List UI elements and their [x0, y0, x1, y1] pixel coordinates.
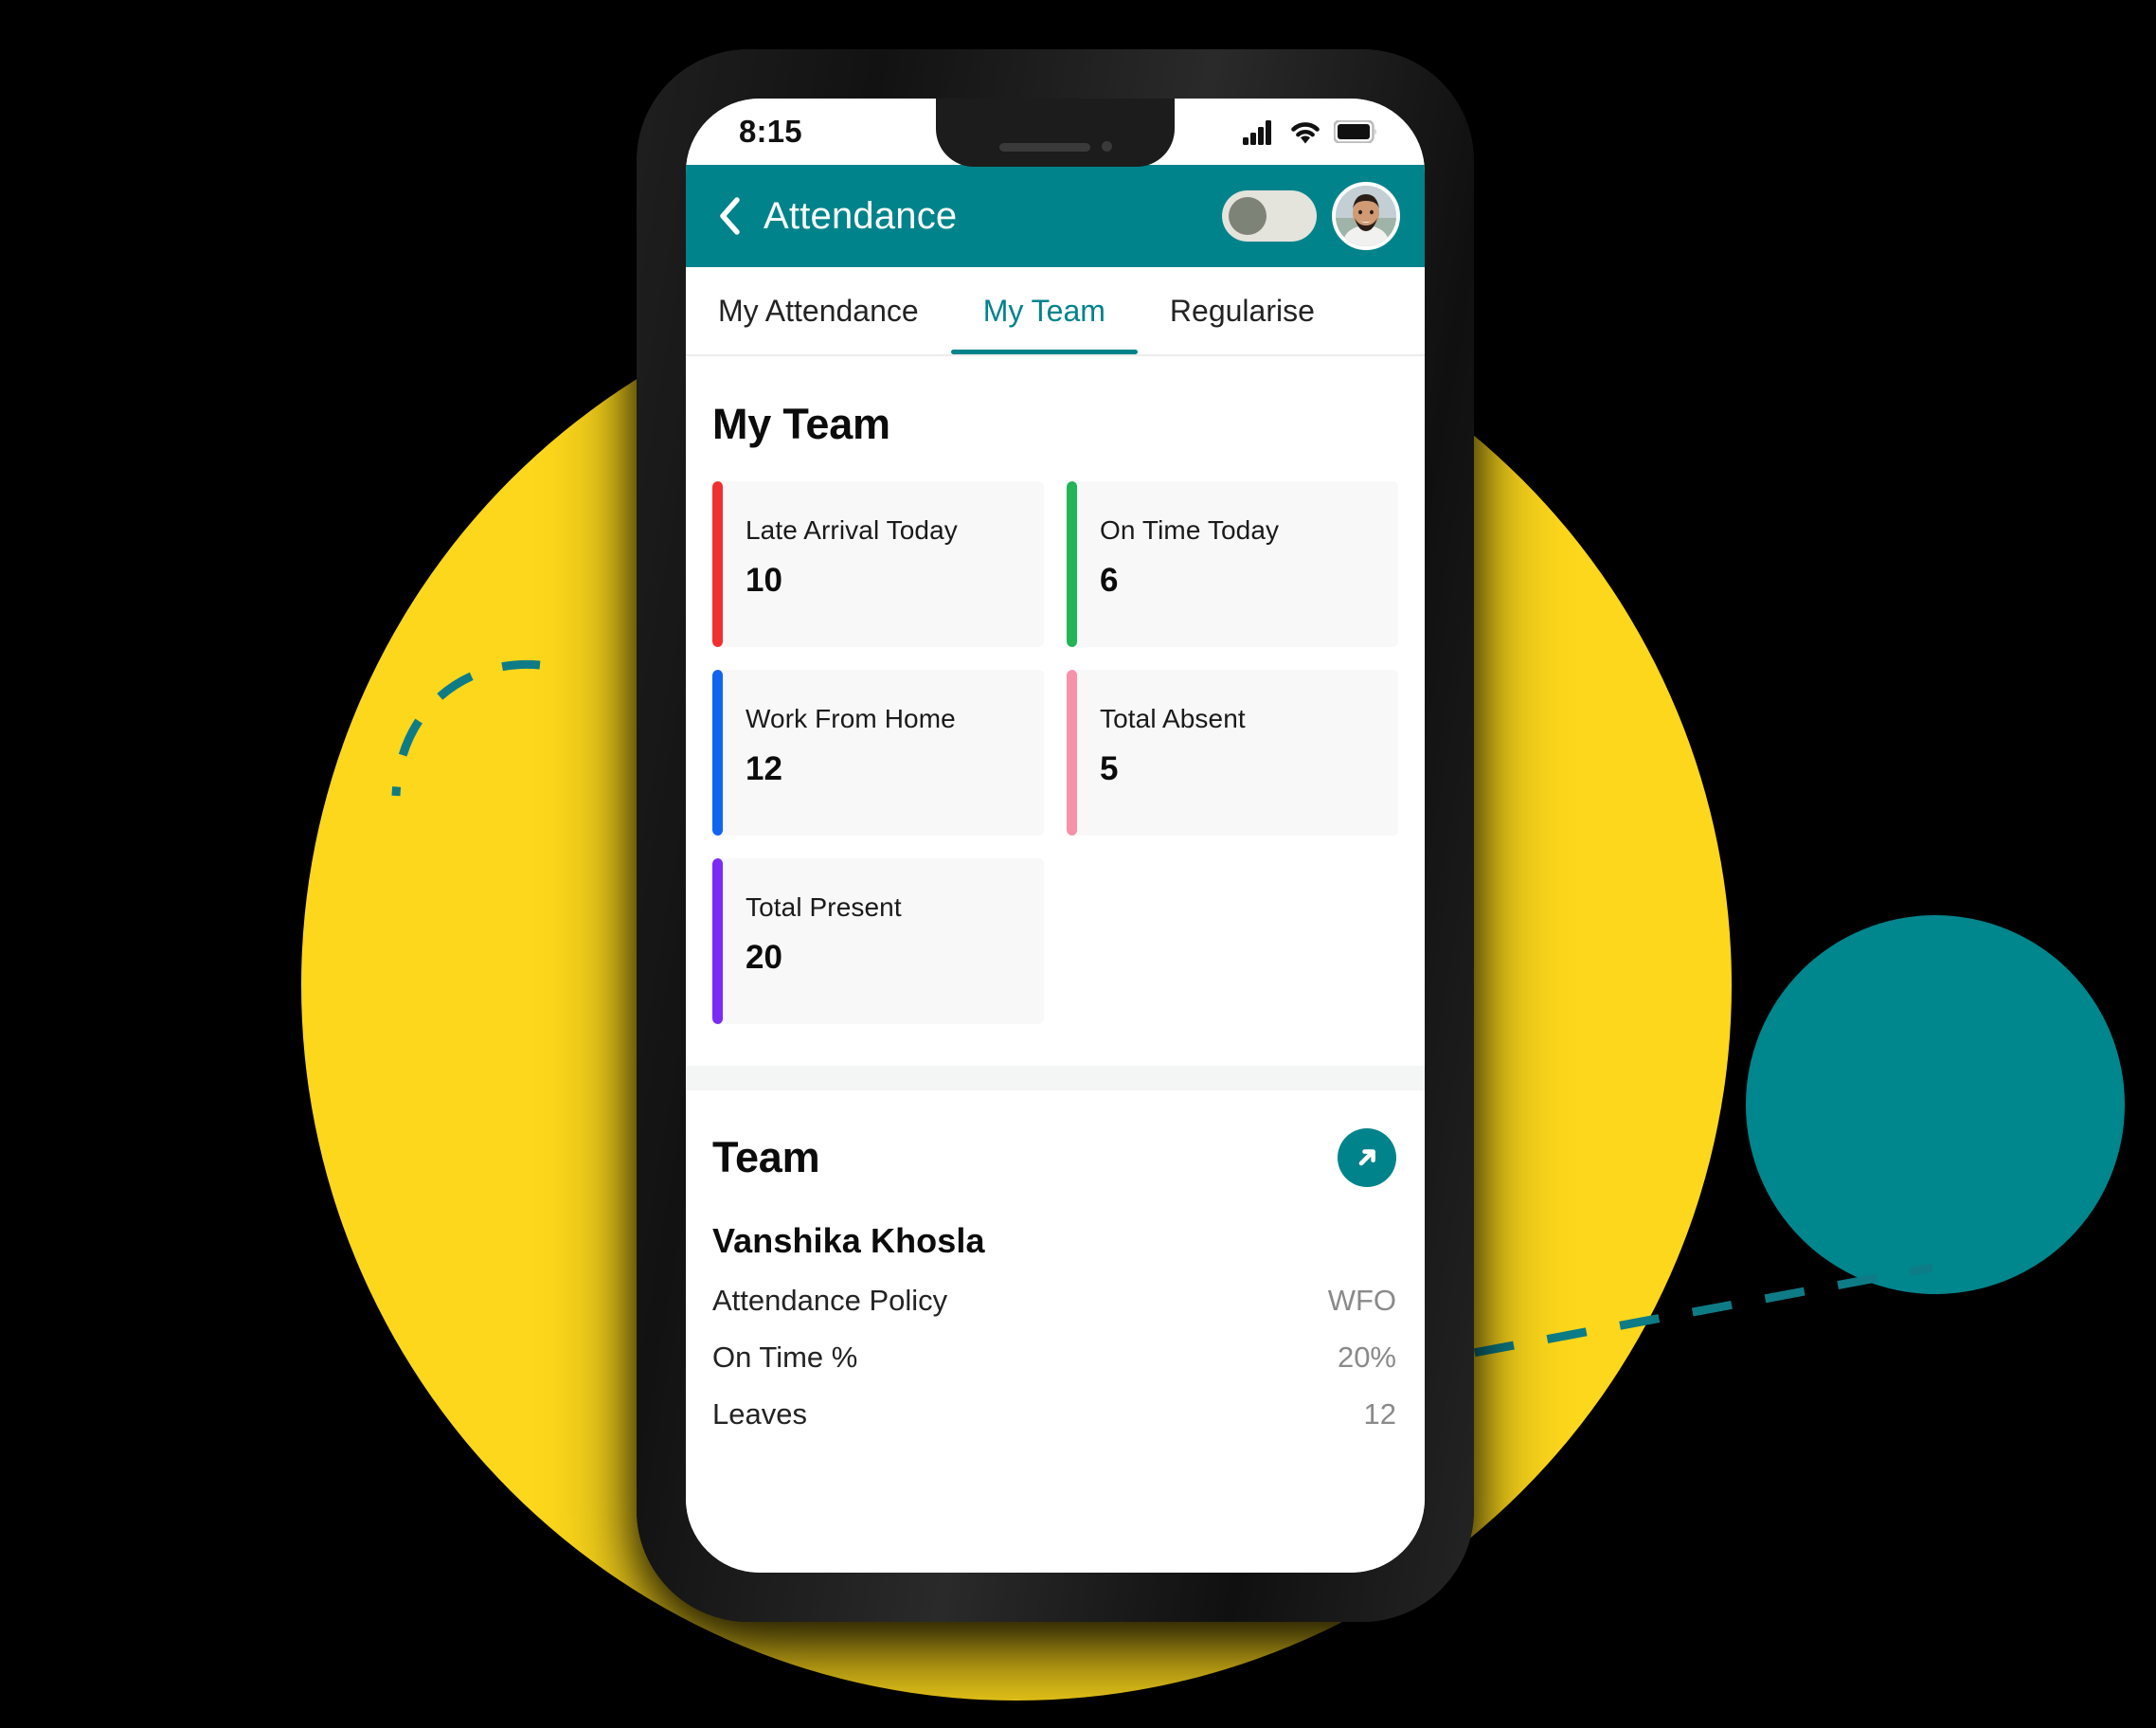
- toggle-knob: [1229, 197, 1267, 235]
- front-camera-icon: [1101, 141, 1112, 152]
- team-member-row: On Time % 20%: [686, 1318, 1425, 1375]
- battery-full-icon: [1334, 120, 1376, 143]
- page-title: Attendance: [764, 194, 958, 237]
- tab-label: My Attendance: [718, 293, 919, 328]
- stat-label: On Time Today: [1100, 515, 1280, 545]
- arrow-up-right-icon[interactable]: [1338, 1128, 1396, 1187]
- row-value: 12: [1363, 1397, 1396, 1431]
- row-key: Attendance Policy: [712, 1284, 948, 1317]
- teal-circle-decoration: [1746, 915, 2125, 1294]
- main-content: My Team Late Arrival Today 10 On Time To…: [686, 356, 1425, 1573]
- team-member-row: Leaves 12: [686, 1375, 1425, 1431]
- stat-label: Total Absent: [1100, 704, 1246, 733]
- stat-label: Total Present: [746, 892, 902, 922]
- wifi-icon: [1291, 121, 1320, 143]
- stat-value: 6: [1100, 562, 1119, 599]
- stat-card-grid: Late Arrival Today 10 On Time Today 6 Wo…: [686, 481, 1425, 1066]
- section-divider: [686, 1066, 1425, 1090]
- stat-value: 10: [746, 562, 782, 599]
- tab-label: My Team: [982, 293, 1105, 328]
- team-member-name: Vanshika Khosla: [712, 1221, 985, 1260]
- stat-card-on-time-today[interactable]: On Time Today 6: [1067, 481, 1398, 647]
- stat-accent-bar: [712, 481, 723, 647]
- earpiece-speaker-icon: [998, 143, 1090, 152]
- status-time: 8:15: [739, 114, 802, 149]
- stat-accent-bar: [712, 858, 723, 1024]
- scene: 8:15 Attendance My Attendance My Team Re…: [0, 0, 2156, 1728]
- stat-label: Work From Home: [746, 704, 956, 733]
- tab-my-team[interactable]: My Team: [950, 267, 1139, 354]
- cellular-signal-icon: [1243, 119, 1271, 145]
- row-key: Leaves: [712, 1397, 807, 1431]
- stat-card-body: Late Arrival Today 10: [723, 481, 958, 647]
- row-value: WFO: [1327, 1284, 1396, 1317]
- stat-value: 20: [746, 939, 782, 976]
- team-member-row: Attendance Policy WFO: [686, 1261, 1425, 1318]
- stat-accent-bar: [1067, 670, 1077, 836]
- stat-card-body: On Time Today 6: [1077, 481, 1279, 647]
- stat-label: Late Arrival Today: [746, 515, 958, 545]
- team-section-header: Team: [686, 1090, 1425, 1187]
- status-icons: [1243, 119, 1377, 145]
- stat-accent-bar: [712, 670, 723, 836]
- tab-bar: My Attendance My Team Regularise: [686, 267, 1425, 356]
- back-chevron-icon[interactable]: [710, 196, 748, 236]
- tab-regularise[interactable]: Regularise: [1138, 267, 1347, 354]
- section-title-my-team: My Team: [712, 400, 890, 448]
- stat-value: 12: [746, 750, 782, 787]
- stat-card-late-arrival-today[interactable]: Late Arrival Today 10: [712, 481, 1044, 647]
- stat-card-body: Total Absent 5: [1077, 670, 1246, 836]
- avatar[interactable]: [1332, 182, 1400, 250]
- tab-label: Regularise: [1169, 293, 1315, 328]
- attendance-toggle[interactable]: [1222, 190, 1317, 242]
- stat-card-work-from-home[interactable]: Work From Home 12: [712, 670, 1044, 836]
- stat-card-body: Work From Home 12: [723, 670, 956, 836]
- row-value: 20%: [1337, 1341, 1396, 1374]
- stat-card-body: Total Present 20: [723, 858, 902, 1024]
- team-title: Team: [712, 1133, 820, 1181]
- tab-my-attendance[interactable]: My Attendance: [686, 267, 951, 354]
- stat-accent-bar: [1067, 481, 1077, 647]
- stat-card-total-absent[interactable]: Total Absent 5: [1067, 670, 1398, 836]
- stat-value: 5: [1100, 750, 1119, 787]
- stat-card-total-present[interactable]: Total Present 20: [712, 858, 1044, 1024]
- app-header: Attendance: [686, 165, 1425, 267]
- phone-notch: [936, 99, 1175, 167]
- row-key: On Time %: [712, 1341, 858, 1374]
- phone-screen: 8:15 Attendance My Attendance My Team Re…: [686, 99, 1425, 1573]
